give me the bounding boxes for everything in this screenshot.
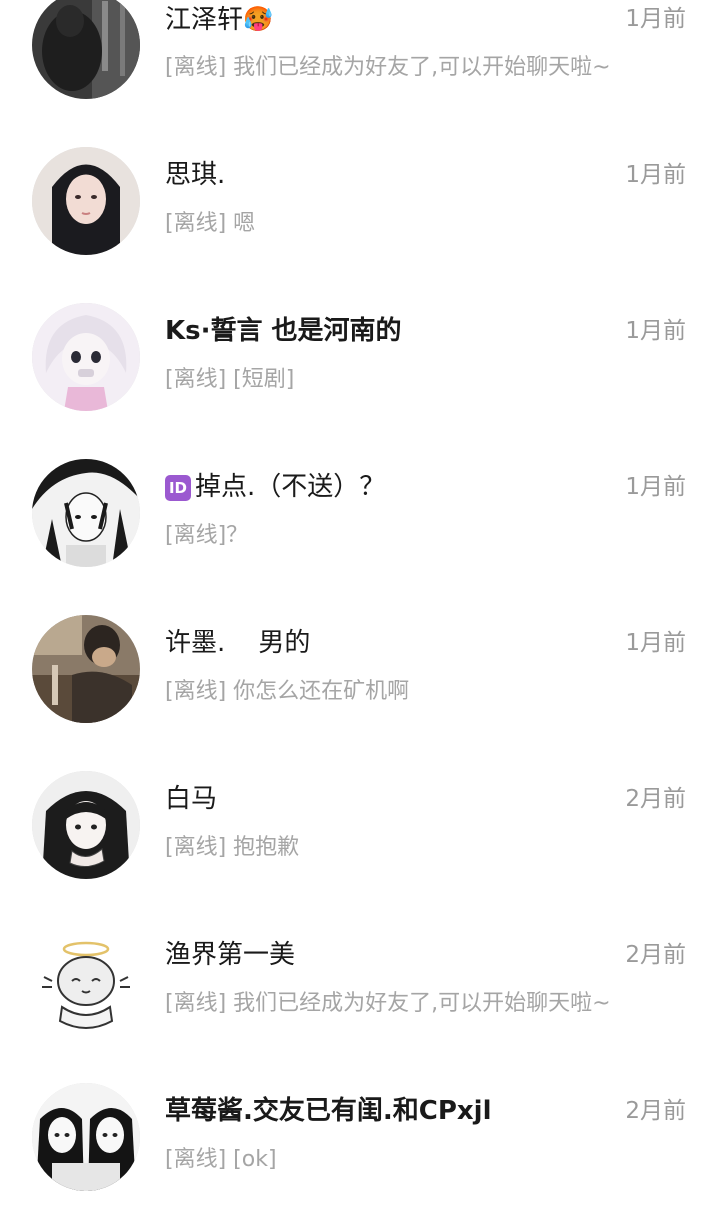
anime-girl-avatar[interactable] <box>32 771 140 879</box>
message-preview: [离线] [短剧] <box>165 367 295 392</box>
conversation-item[interactable]: 白马 2月前 [离线] 抱抱歉 <box>0 737 704 893</box>
conversation-item[interactable]: 许墨. 男的 1月前 [离线] 你怎么还在矿机啊 <box>0 581 704 737</box>
contact-name: 草莓酱.交友已有闺.和CPxjl <box>165 1096 492 1126</box>
message-time: 1月前 <box>625 162 686 188</box>
id-badge-icon: ID <box>165 475 191 501</box>
contact-name: 渔界第一美 <box>165 940 296 970</box>
contact-name: Ks·誓言 也是河南的 <box>165 316 402 346</box>
doodle-character-avatar[interactable] <box>32 927 140 1035</box>
anime-white-hair-avatar[interactable] <box>32 303 140 411</box>
conversation-item[interactable]: 江泽轩🥵 1月前 [离线] 我们已经成为好友了,可以开始聊天啦~ <box>0 0 704 113</box>
girl-portrait-avatar[interactable] <box>32 147 140 255</box>
message-preview: [离线] 我们已经成为好友了,可以开始聊天啦~ <box>165 55 611 80</box>
contact-name: 许墨. 男的 <box>165 628 311 658</box>
message-preview: [离线] 抱抱歉 <box>165 835 300 860</box>
contact-name: 白马 <box>165 784 218 814</box>
message-time: 1月前 <box>625 318 686 344</box>
photo-person-avatar[interactable] <box>32 615 140 723</box>
conversation-item[interactable]: ID 掉点.（不送）？ 1月前 [离线]？ <box>0 425 704 581</box>
message-time: 1月前 <box>625 474 686 500</box>
contact-name: 思琪. <box>165 160 226 190</box>
message-time: 1月前 <box>625 630 686 656</box>
dark-photo-avatar[interactable] <box>32 0 140 99</box>
message-preview: [离线] 我们已经成为好友了,可以开始聊天啦~ <box>165 991 611 1016</box>
conversation-item[interactable]: Ks·誓言 也是河南的 1月前 [离线] [短剧] <box>0 269 704 425</box>
contact-name: ID 掉点.（不送）？ <box>165 469 385 505</box>
conversation-list: 江泽轩🥵 1月前 [离线] 我们已经成为好友了,可以开始聊天啦~ 思琪. 1月前… <box>0 0 704 1205</box>
message-time: 2月前 <box>625 1098 686 1124</box>
message-time: 1月前 <box>625 6 686 32</box>
message-time: 2月前 <box>625 942 686 968</box>
anime-sketch-avatar[interactable] <box>32 459 140 567</box>
contact-name: 江泽轩🥵 <box>165 5 273 35</box>
message-preview: [离线] [ok] <box>165 1147 277 1172</box>
message-preview: [离线]？ <box>165 523 249 548</box>
hot-face-emoji-icon: 🥵 <box>243 5 273 33</box>
message-time: 2月前 <box>625 786 686 812</box>
message-preview: [离线] 你怎么还在矿机啊 <box>165 679 410 704</box>
conversation-item[interactable]: 渔界第一美 2月前 [离线] 我们已经成为好友了,可以开始聊天啦~ <box>0 893 704 1049</box>
conversation-item[interactable]: 草莓酱.交友已有闺.和CPxjl 2月前 [离线] [ok] <box>0 1049 704 1205</box>
message-preview: [离线] 嗯 <box>165 211 256 236</box>
conversation-item[interactable]: 思琪. 1月前 [离线] 嗯 <box>0 113 704 269</box>
anime-duo-avatar[interactable] <box>32 1083 140 1191</box>
